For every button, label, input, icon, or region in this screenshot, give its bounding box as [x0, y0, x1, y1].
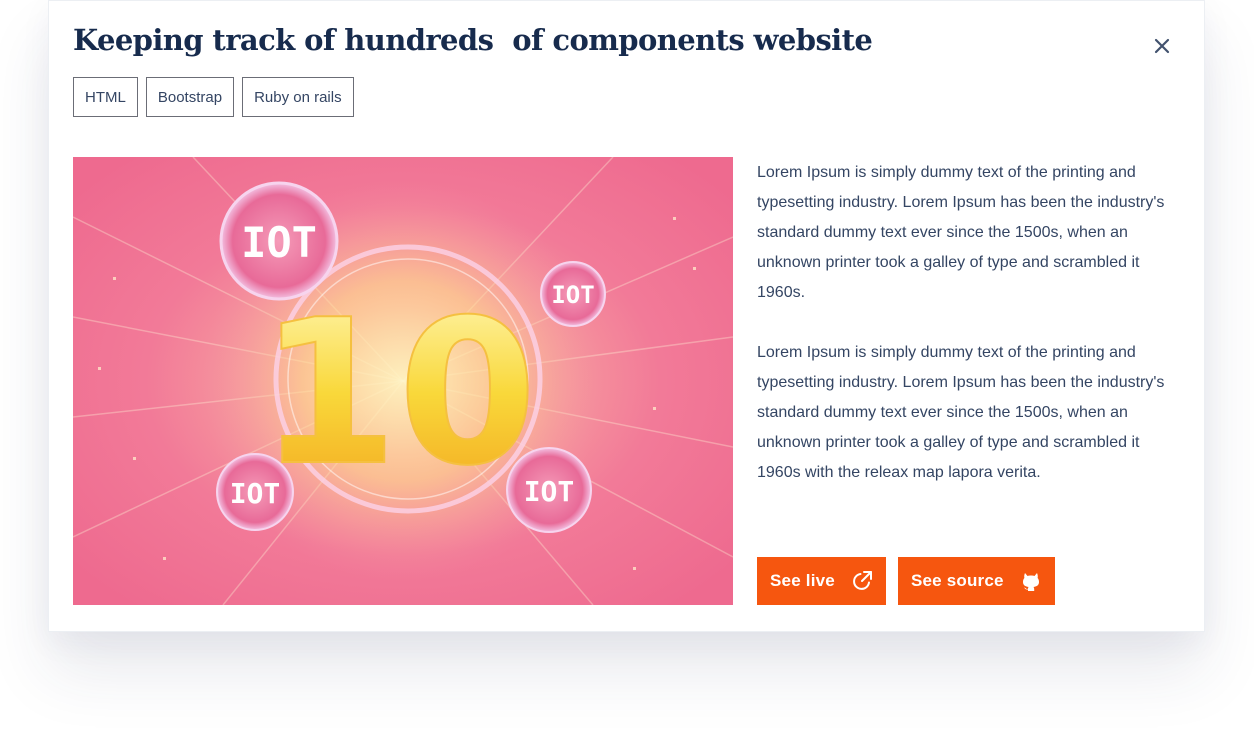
- close-icon: [1154, 38, 1170, 54]
- tag-html: HTML: [73, 77, 138, 117]
- iot-badge-top-left: IOT: [219, 181, 339, 301]
- tag-bootstrap: Bootstrap: [145, 77, 235, 117]
- see-source-label: See source: [910, 571, 1004, 590]
- modal-actions: See live See source: [757, 557, 1055, 605]
- external-link-icon: [853, 571, 872, 590]
- see-source-button[interactable]: See source: [897, 557, 1055, 605]
- project-screenshot: 10 IOT IOT IOT IOT: [73, 157, 733, 605]
- svg-text:IOT: IOT: [230, 477, 281, 510]
- github-icon: [1022, 573, 1039, 591]
- modal-title: Keeping track of hundreds of components …: [73, 23, 873, 57]
- description-paragraph: Lorem Ipsum is simply dummy text of the …: [757, 344, 1165, 481]
- project-description: Lorem Ipsum is simply dummy text of the …: [757, 158, 1177, 518]
- svg-text:IOT: IOT: [241, 218, 317, 267]
- see-live-label: See live: [770, 571, 835, 590]
- iot-badge-top-right: IOT: [540, 261, 606, 327]
- project-modal: Keeping track of hundreds of components …: [48, 0, 1205, 632]
- iot-badge-bottom-left: IOT: [216, 453, 294, 531]
- image-number: 10: [259, 277, 537, 510]
- tech-tags: HTML Bootstrap Ruby on rails: [73, 77, 354, 117]
- iot-badge-bottom-right: IOT: [506, 447, 592, 533]
- svg-text:IOT: IOT: [551, 281, 594, 309]
- tag-ruby-on-rails: Ruby on rails: [242, 77, 354, 117]
- see-live-button[interactable]: See live: [757, 557, 886, 605]
- description-paragraph: Lorem Ipsum is simply dummy text of the …: [757, 164, 1165, 301]
- close-button[interactable]: [1151, 35, 1173, 57]
- svg-text:IOT: IOT: [524, 475, 575, 508]
